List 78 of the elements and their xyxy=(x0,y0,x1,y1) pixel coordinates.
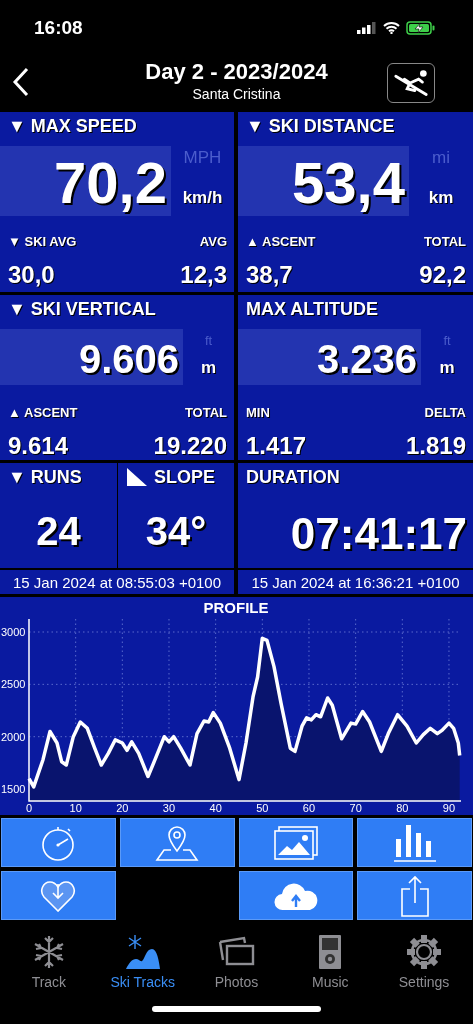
stat-value: 12,3 xyxy=(180,261,227,289)
axis-label: 80 xyxy=(396,802,409,814)
unit-label[interactable]: m xyxy=(439,358,455,378)
stat-label: ▼ SKI AVG xyxy=(8,234,77,249)
tab[interactable]: Photos xyxy=(191,926,282,1006)
stat-label: TOTAL xyxy=(184,405,227,420)
stat-label: MIN xyxy=(246,405,270,420)
page-subtitle: Santa Cristina xyxy=(192,86,281,102)
stat-value: 3.236 xyxy=(238,329,421,385)
status-time: 16:08 xyxy=(34,16,83,39)
heart-download-button[interactable] xyxy=(1,871,116,920)
end-time: 15 Jan 2024 at 16:36:21 +0100 xyxy=(238,570,473,594)
stat-value: 07:41:17 xyxy=(289,509,468,559)
axis-label: 40 xyxy=(209,802,222,814)
music-player-icon xyxy=(318,934,343,970)
tab[interactable]: Ski Tracks xyxy=(97,926,188,1006)
stat-value: 9.606 xyxy=(0,329,183,385)
image-gallery-button[interactable] xyxy=(238,818,354,867)
page-title: Day 2 - 2023/2024 xyxy=(145,59,328,85)
share-icon xyxy=(399,874,430,917)
stat-label: AVG xyxy=(199,234,227,249)
stat-title: ▼ RUNS xyxy=(8,467,82,487)
share-button[interactable] xyxy=(357,871,472,920)
stat-value: 38,7 xyxy=(246,261,293,289)
stopwatch-button[interactable] xyxy=(1,818,116,867)
stat-value: 34° xyxy=(144,509,208,554)
stat-title: ▼ SKI DISTANCE xyxy=(245,115,396,136)
cloud-upload-button[interactable] xyxy=(238,871,354,920)
wifi-icon xyxy=(383,21,400,34)
axis-label: 3000 xyxy=(1,626,26,638)
back-icon[interactable] xyxy=(12,67,30,97)
stat-value: 70,2 xyxy=(0,146,171,216)
stat-label: DELTA xyxy=(424,405,466,420)
axis-label: 20 xyxy=(116,802,129,814)
unit-label[interactable]: km/h xyxy=(182,188,223,208)
stat-title: ▼ SKI VERTICAL xyxy=(7,298,157,319)
stat-value: 92,2 xyxy=(419,261,466,289)
axis-label: 70 xyxy=(349,802,362,814)
stat-label: ▲ ASCENT xyxy=(246,234,316,249)
signal-icon xyxy=(357,21,377,34)
axis-label: 60 xyxy=(302,802,316,814)
battery-icon xyxy=(406,20,435,35)
stat-value: 24 xyxy=(35,509,82,554)
unit-label[interactable]: km xyxy=(428,188,454,208)
image-gallery-icon xyxy=(272,824,319,861)
axis-label: 10 xyxy=(69,802,82,814)
chart-title: PROFILE xyxy=(203,599,269,616)
axis-label: 2000 xyxy=(1,730,26,743)
stat-label: ▲ ASCENT xyxy=(8,405,78,420)
tab[interactable]: Track xyxy=(3,926,94,1006)
unit-label[interactable]: m xyxy=(200,358,217,378)
stat-value: 9.614 xyxy=(8,432,69,460)
axis-label: 90 xyxy=(442,802,456,814)
tab[interactable]: Music xyxy=(285,926,376,1006)
stat-title: DURATION xyxy=(245,466,341,487)
stat-value: 1.417 xyxy=(246,432,307,460)
axis-label: 0 xyxy=(25,802,33,814)
stat-title: SLOPE xyxy=(154,467,215,487)
slope-icon xyxy=(126,467,148,487)
stat-value: 53,4 xyxy=(238,146,409,216)
map-pin-button[interactable] xyxy=(119,818,235,867)
bar-chart-button[interactable] xyxy=(357,818,472,867)
tab[interactable]: Settings xyxy=(379,926,470,1006)
stat-value: 30,0 xyxy=(8,261,55,289)
stat-title: MAX ALTITUDE xyxy=(245,298,379,319)
mountain-snowflake-icon xyxy=(124,934,161,970)
stat-value: 19.220 xyxy=(153,432,227,460)
settings-icon xyxy=(406,934,443,970)
axis-label: 30 xyxy=(162,802,176,814)
axis-label: 2500 xyxy=(1,678,26,691)
bar-chart-icon xyxy=(392,822,437,863)
stat-title: ▼ MAX SPEED xyxy=(7,115,138,136)
axis-label: 1500 xyxy=(1,783,26,796)
stat-value: 1.819 xyxy=(405,432,466,460)
start-time: 15 Jan 2024 at 08:55:03 +0100 xyxy=(0,570,234,594)
stat-label: TOTAL xyxy=(423,234,466,249)
axis-label: 50 xyxy=(256,802,269,814)
map-pin-icon xyxy=(155,823,200,862)
